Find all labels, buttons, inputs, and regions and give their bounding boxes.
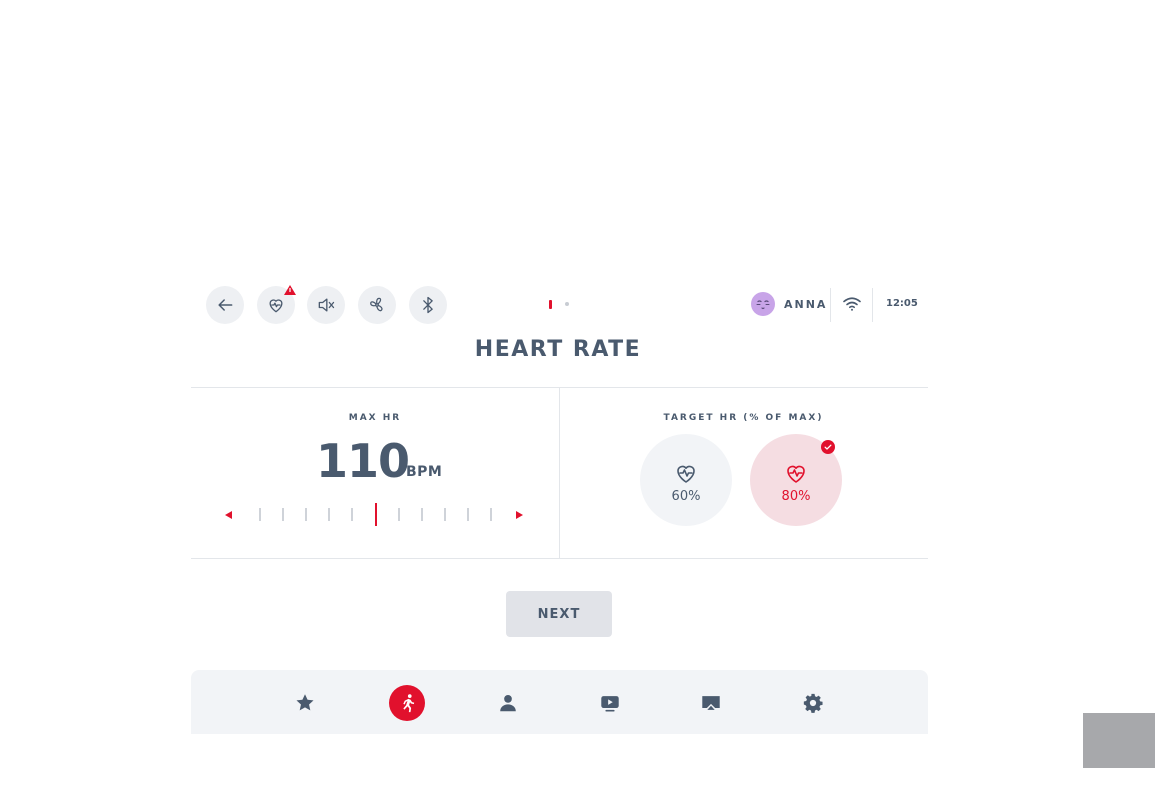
bluetooth-button[interactable] [409, 286, 447, 324]
divider [191, 558, 928, 559]
overlay-box [1083, 713, 1155, 768]
nav-profile[interactable] [490, 685, 526, 721]
wifi-icon[interactable] [842, 296, 862, 312]
decrease-arrow-icon[interactable] [225, 511, 232, 519]
slider-tick-selected[interactable] [375, 503, 377, 526]
nav-settings[interactable] [795, 685, 831, 721]
max-hr-unit: BPM [406, 464, 443, 480]
airplay-icon [702, 696, 720, 710]
heart-rate-icon [269, 299, 283, 313]
divider [872, 288, 873, 322]
slider-tick[interactable] [444, 508, 446, 521]
warning-triangle-icon [284, 285, 296, 295]
next-button[interactable]: NEXT [506, 591, 612, 637]
fan-button[interactable] [358, 286, 396, 324]
check-icon [821, 440, 835, 454]
slider-tick[interactable] [351, 508, 353, 521]
star-icon [296, 694, 314, 711]
target-hr-label: TARGET HR (% OF MAX) [663, 413, 824, 423]
mute-button[interactable] [307, 286, 345, 324]
slider-tick[interactable] [259, 508, 261, 521]
heart-pulse-icon [677, 465, 695, 483]
nav-favorites[interactable] [287, 685, 323, 721]
pager-dot[interactable] [565, 302, 569, 306]
page-title: HEART RATE [474, 337, 642, 362]
pager-dot-active[interactable] [549, 300, 552, 309]
nav-video[interactable] [592, 685, 628, 721]
bluetooth-icon [423, 296, 433, 314]
heart-pulse-icon [787, 465, 805, 483]
slider-tick[interactable] [305, 508, 307, 521]
nav-workout[interactable] [389, 685, 425, 721]
slider-tick[interactable] [328, 508, 330, 521]
increase-arrow-icon[interactable] [516, 511, 523, 519]
target-option-label: 80% [781, 488, 811, 504]
mute-icon [318, 298, 335, 312]
emoji-avatar-icon [756, 300, 770, 310]
slider-tick[interactable] [282, 508, 284, 521]
slider-tick[interactable] [467, 508, 469, 521]
slider-tick[interactable] [421, 508, 423, 521]
max-hr-value: 110 [316, 434, 410, 488]
user-name[interactable]: ANNA [784, 298, 827, 311]
person-icon [500, 695, 516, 712]
target-option-60[interactable]: 60% [640, 434, 732, 526]
target-option-label: 60% [671, 488, 701, 504]
fan-icon [370, 297, 383, 312]
gear-icon [803, 693, 823, 713]
divider [830, 288, 831, 322]
back-arrow-icon [218, 299, 233, 311]
back-button[interactable] [206, 286, 244, 324]
runner-icon [403, 694, 415, 713]
max-hr-label: MAX HR [348, 413, 402, 423]
clock: 12:05 [886, 298, 918, 309]
avatar[interactable] [751, 292, 775, 316]
video-play-icon [601, 696, 619, 712]
slider-tick[interactable] [398, 508, 400, 521]
slider-tick[interactable] [490, 508, 492, 521]
nav-cast[interactable] [693, 685, 729, 721]
